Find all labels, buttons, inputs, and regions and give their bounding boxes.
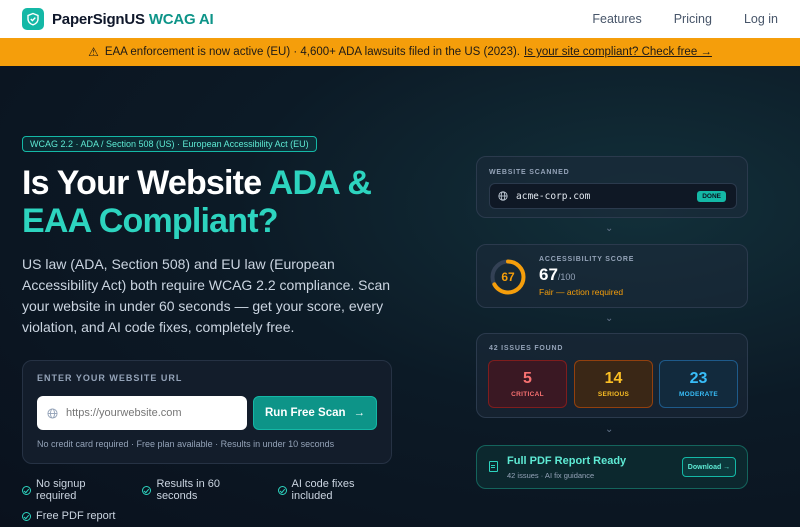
- document-icon: [489, 461, 498, 472]
- chevron-down-icon: ⌄: [605, 223, 614, 234]
- warning-triangle-icon: ⚠: [88, 45, 99, 59]
- check-item: No signup required: [22, 478, 128, 502]
- serious-issues-box: 14 SERIOUS: [574, 360, 653, 408]
- issues-found-card: 42 ISSUES FOUND 5 CRITICAL 14 SERIOUS 23…: [476, 333, 748, 418]
- score-number: 67: [539, 265, 558, 284]
- chevron-down-icon: ⌄: [605, 424, 614, 435]
- score-max: /100: [557, 272, 576, 282]
- scan-button-label: Run Free Scan: [264, 407, 346, 419]
- hero-section: WCAG 2.2 · ADA / Section 508 (US) · Euro…: [0, 66, 800, 527]
- url-field-label: ENTER YOUR WEBSITE URL: [37, 373, 183, 383]
- moderate-count: 23: [689, 370, 708, 387]
- report-title: Full PDF Report Ready: [507, 455, 627, 467]
- accessibility-score-card: 67 ACCESSIBILITY SCORE 67/100 Fair — act…: [476, 244, 748, 308]
- check-item: Free PDF report: [22, 510, 115, 522]
- check-circle-icon: [22, 485, 31, 495]
- shield-icon[interactable]: [22, 8, 44, 30]
- scan-form-card: ENTER YOUR WEBSITE URL Run Free Scan → No…: [22, 360, 392, 464]
- announcement-banner: ⚠ EAA enforcement is now active (EU) · 4…: [0, 38, 800, 66]
- issues-found-label: 42 ISSUES FOUND: [489, 345, 564, 352]
- check-item: AI code fixes included: [277, 478, 398, 502]
- website-scanned-card: WEBSITE SCANNED acme-corp.com DONE: [476, 156, 748, 218]
- critical-label: CRITICAL: [511, 391, 544, 398]
- score-status: Fair — action required: [539, 287, 624, 297]
- hero-title-accent1: ADA &: [268, 164, 372, 202]
- feature-checklist: No signup required Results in 60 seconds…: [22, 478, 412, 527]
- website-scanned-label: WEBSITE SCANNED: [489, 169, 570, 176]
- nav-links: Features Pricing Log in: [560, 12, 778, 26]
- report-subtitle: 42 issues · AI fix guidance: [507, 471, 595, 480]
- nav-link-pricing[interactable]: Pricing: [674, 12, 712, 26]
- globe-icon: [47, 407, 58, 419]
- hero-title-accent2: EAA Compliant?: [22, 202, 279, 240]
- globe-icon: [498, 191, 508, 201]
- url-input-wrapper[interactable]: [37, 396, 247, 430]
- check-label: AI code fixes included: [291, 478, 355, 502]
- hero-title-part1: Is Your Website: [22, 164, 269, 202]
- url-input[interactable]: [66, 407, 226, 419]
- scanned-site-field: acme-corp.com DONE: [489, 183, 737, 209]
- hero-title: Is Your Website ADA & EAA Compliant?: [22, 164, 442, 240]
- nav-link-login[interactable]: Log in: [744, 12, 778, 26]
- standards-tag: WCAG 2.2 · ADA / Section 508 (US) · Euro…: [22, 136, 317, 152]
- banner-link[interactable]: Is your site compliant? Check free →: [524, 46, 712, 58]
- brand-name[interactable]: PaperSignUS WCAG AI: [52, 11, 214, 28]
- nav-link-features[interactable]: Features: [592, 12, 641, 26]
- critical-issues-box: 5 CRITICAL: [488, 360, 567, 408]
- critical-count: 5: [523, 370, 532, 387]
- check-item: Results in 60 seconds: [142, 478, 263, 502]
- check-label: Free PDF report: [36, 510, 116, 522]
- banner-text: EAA enforcement is now active (EU) · 4,6…: [104, 46, 520, 58]
- check-label: No signup required: [35, 478, 86, 502]
- brand-label: PaperSignUS: [52, 10, 145, 28]
- arrow-right-icon: →: [353, 407, 366, 419]
- download-button[interactable]: Download →: [682, 457, 736, 477]
- scan-fine-print: No credit card required · Free plan avai…: [37, 439, 335, 449]
- brand-accent: WCAG AI: [148, 10, 214, 28]
- check-circle-icon: [142, 485, 152, 495]
- score-label: ACCESSIBILITY SCORE: [539, 256, 635, 263]
- check-circle-icon: [22, 511, 31, 521]
- moderate-issues-box: 23 MODERATE: [659, 360, 738, 408]
- top-nav: PaperSignUS WCAG AI Features Pricing Log …: [0, 0, 800, 38]
- check-label: Results in 60 seconds: [156, 478, 221, 502]
- check-circle-icon: [277, 485, 287, 495]
- score-value: 67/100: [539, 265, 575, 285]
- scanned-site-url: acme-corp.com: [516, 190, 591, 202]
- serious-label: SERIOUS: [597, 391, 630, 398]
- pdf-report-card: Full PDF Report Ready 42 issues · AI fix…: [476, 445, 748, 489]
- serious-count: 14: [604, 370, 623, 387]
- run-free-scan-button[interactable]: Run Free Scan →: [253, 396, 377, 430]
- moderate-label: MODERATE: [678, 391, 719, 398]
- status-badge: DONE: [697, 190, 726, 202]
- hero-lead: US law (ADA, Section 508) and EU law (Eu…: [22, 256, 391, 335]
- gauge-value: 67: [501, 270, 515, 284]
- chevron-down-icon: ⌄: [605, 313, 614, 324]
